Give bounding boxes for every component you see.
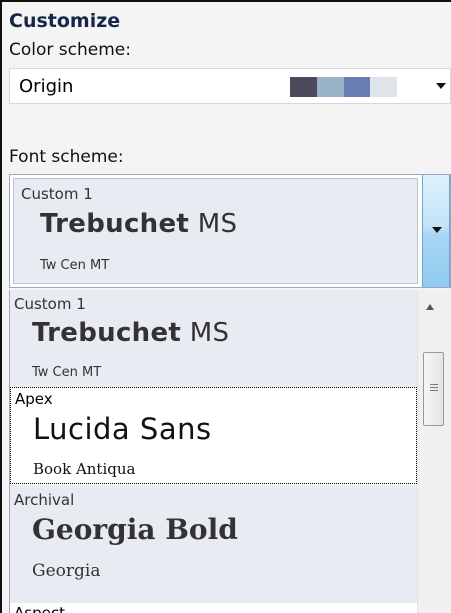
grip-icon <box>430 384 438 385</box>
scroll-up-arrow-icon[interactable] <box>426 304 434 310</box>
font-scheme-body-font: Tw Cen MT <box>40 258 110 273</box>
font-scheme-dropdown[interactable]: Custom 1 Trebuchet MS Tw Cen MT <box>9 174 451 288</box>
color-swatch <box>344 77 370 97</box>
list-item-name: Archival <box>14 491 75 509</box>
list-item-name: Custom 1 <box>14 295 86 313</box>
list-item-custom-1[interactable]: Custom 1 Trebuchet MS Tw Cen MT <box>10 290 417 387</box>
list-scrollbar[interactable] <box>417 290 451 613</box>
grip-icon <box>430 390 438 391</box>
list-item-body-font: Tw Cen MT <box>32 365 102 380</box>
color-swatch <box>317 77 344 97</box>
list-item-archival[interactable]: Archival Georgia Bold Georgia <box>10 485 417 603</box>
color-scheme-dropdown[interactable]: Origin <box>9 68 451 104</box>
font-scheme-label: Font scheme: <box>9 147 124 167</box>
list-item-body-font: Georgia <box>32 561 101 581</box>
list-item-heading-font: Trebuchet MS <box>32 318 230 348</box>
font-scheme-dropdown-button[interactable] <box>422 175 450 287</box>
font-scheme-heading-font: Trebuchet MS <box>40 209 238 239</box>
font-scheme-selected[interactable]: Custom 1 Trebuchet MS Tw Cen MT <box>13 178 418 284</box>
list-item-heading-font: Georgia Bold <box>32 513 238 546</box>
chevron-down-icon <box>432 227 442 233</box>
color-swatch <box>370 77 397 97</box>
list-item-name: Aspect <box>14 604 65 613</box>
font-scheme-name: Custom 1 <box>21 185 93 203</box>
color-swatch <box>290 77 317 97</box>
list-item-heading-font: Lucida Sans <box>33 412 212 446</box>
list-item-aspect[interactable]: Aspect <box>10 601 417 613</box>
font-scheme-list[interactable]: Custom 1 Trebuchet MS Tw Cen MT Apex Luc… <box>9 290 451 613</box>
color-scheme-label: Color scheme: <box>9 40 131 60</box>
panel-title: Customize <box>9 10 121 32</box>
list-item-apex[interactable]: Apex Lucida Sans Book Antiqua <box>10 387 417 484</box>
list-item-body-font: Book Antiqua <box>33 460 136 478</box>
color-scheme-value: Origin <box>19 76 74 97</box>
list-item-name: Apex <box>15 390 53 408</box>
scrollbar-thumb[interactable] <box>423 352 444 426</box>
grip-icon <box>430 387 438 388</box>
chevron-down-icon[interactable] <box>436 83 446 89</box>
